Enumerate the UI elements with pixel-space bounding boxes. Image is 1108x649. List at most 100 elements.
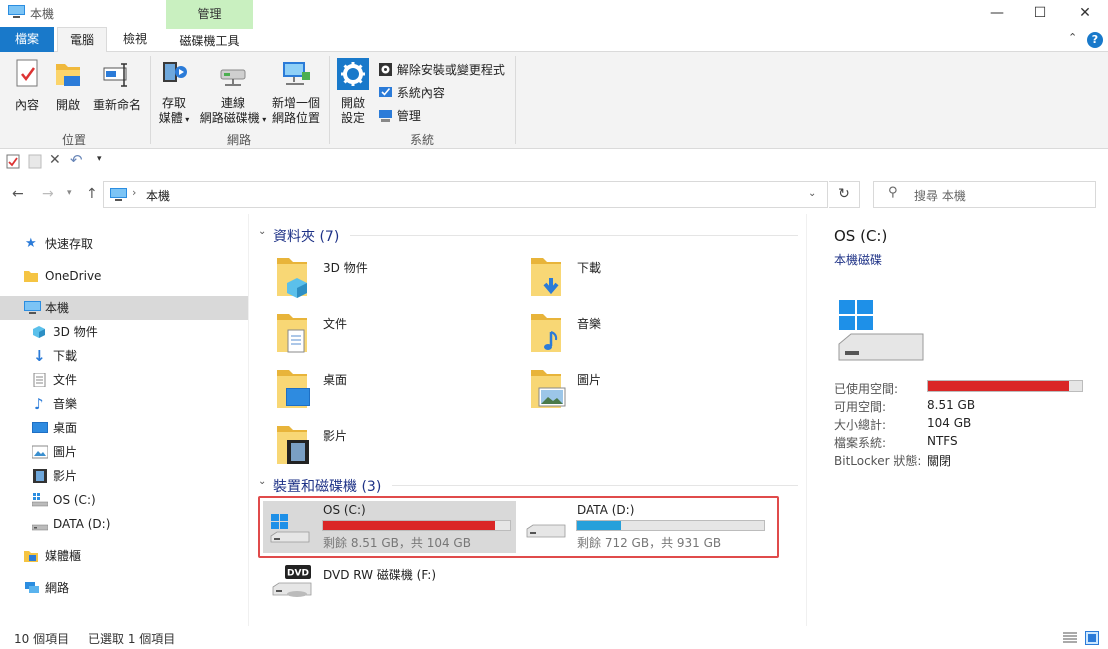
dropdown-arrow-icon: ▾ bbox=[259, 115, 267, 124]
minimize-button[interactable]: — bbox=[974, 0, 1020, 26]
details-view-icon[interactable] bbox=[1063, 632, 1077, 644]
dvd-drive-icon: DVD bbox=[272, 565, 312, 597]
refresh-icon[interactable]: ↻ bbox=[829, 181, 860, 208]
folder-item-music[interactable]: 音樂 bbox=[527, 310, 777, 358]
folder-item-3d-objects[interactable]: 3D 物件 bbox=[273, 254, 523, 302]
customize-dropdown-icon[interactable]: ▾ bbox=[97, 154, 102, 164]
open-button[interactable]: 開啟 bbox=[50, 58, 86, 113]
nav-label: 圖片 bbox=[53, 445, 78, 459]
nav-label: 文件 bbox=[53, 373, 78, 387]
folder-3d-icon bbox=[277, 258, 307, 298]
details-subtitle: 本機磁碟 bbox=[834, 253, 883, 267]
back-arrow-icon[interactable]: ← bbox=[12, 186, 24, 202]
nav-desktop[interactable]: 桌面 bbox=[0, 416, 248, 440]
address-bar[interactable]: › 本機 ⌄ bbox=[103, 181, 828, 208]
folder-item-videos[interactable]: 影片 bbox=[273, 422, 523, 470]
drive-item-c[interactable]: OS (C:) 剩餘 8.51 GB，共 104 GB bbox=[263, 501, 516, 553]
new-folder-icon[interactable] bbox=[28, 154, 42, 169]
chevron-down-icon[interactable]: ⌄ bbox=[258, 226, 266, 237]
folder-desktop-icon bbox=[277, 370, 310, 408]
add-network-location-button[interactable]: 新增一個 網路位置 bbox=[270, 58, 322, 126]
nav-label: 網路 bbox=[45, 581, 70, 595]
large-icons-view-icon[interactable] bbox=[1085, 631, 1099, 645]
help-icon[interactable]: ? bbox=[1087, 32, 1103, 48]
pane-splitter[interactable] bbox=[248, 214, 249, 626]
computer-icon bbox=[8, 5, 25, 18]
up-arrow-icon[interactable]: ↑ bbox=[86, 186, 98, 202]
file-system-value: NTFS bbox=[927, 434, 958, 448]
nav-this-pc[interactable]: 本機 bbox=[0, 296, 248, 320]
nav-label: OneDrive bbox=[45, 269, 102, 283]
ribbon-separator bbox=[150, 56, 151, 144]
rename-button[interactable]: 重新命名 bbox=[88, 58, 146, 113]
drive-item-dvd[interactable]: DVD DVD RW 磁碟機 (F:) bbox=[263, 561, 516, 607]
devices-group-header[interactable]: 裝置和磁碟機 (3) bbox=[273, 476, 381, 496]
chevron-down-icon[interactable]: ⌄ bbox=[258, 476, 266, 487]
ribbon: 內容 開啟 重新命名 位置 存取 媒體 ▾ 連線 網路磁碟機 ▾ 新增一個 網路… bbox=[0, 52, 1108, 149]
tab-view[interactable]: 檢視 bbox=[110, 27, 160, 52]
undo-icon[interactable]: ↶ bbox=[70, 151, 83, 169]
nav-videos[interactable]: 影片 bbox=[0, 464, 248, 488]
chevron-up-icon[interactable]: ⌃ bbox=[1068, 31, 1077, 44]
music-note-icon: ♪ bbox=[34, 395, 44, 413]
maximize-button[interactable]: ☐ bbox=[1017, 0, 1063, 26]
uninstall-program-button[interactable]: 解除安裝或變更程式 bbox=[378, 61, 505, 77]
folder-item-pictures[interactable]: 圖片 bbox=[527, 366, 777, 414]
network-icon bbox=[25, 582, 39, 593]
system-properties-button[interactable]: 系統內容 bbox=[378, 84, 445, 100]
delete-icon[interactable]: ✕ bbox=[49, 152, 61, 168]
add-network-label2: 網路位置 bbox=[271, 111, 320, 125]
nav-downloads[interactable]: ↓ 下載 bbox=[0, 344, 248, 368]
folder-item-documents[interactable]: 文件 bbox=[273, 310, 523, 358]
nav-libraries[interactable]: 媒體櫃 bbox=[0, 544, 248, 568]
tab-file[interactable]: 檔案 bbox=[0, 27, 54, 52]
nav-pictures[interactable]: 圖片 bbox=[0, 440, 248, 464]
used-space-fill bbox=[928, 381, 1070, 391]
nav-3d-objects[interactable]: 3D 物件 bbox=[0, 320, 248, 344]
folder-label: 3D 物件 bbox=[323, 261, 368, 275]
total-size-label: 大小總計: bbox=[834, 418, 887, 432]
nav-drive-d[interactable]: DATA (D:) bbox=[0, 512, 248, 536]
recent-locations-icon[interactable]: ▾ bbox=[67, 188, 72, 198]
folders-group-header[interactable]: 資料夾 (7) bbox=[273, 226, 339, 246]
map-drive-button[interactable]: 連線 網路磁碟機 ▾ bbox=[198, 58, 268, 127]
search-placeholder: 搜尋 本機 bbox=[914, 189, 966, 203]
address-path[interactable]: 本機 bbox=[146, 187, 170, 204]
open-settings-button[interactable]: 開啟 設定 bbox=[334, 58, 372, 126]
properties-label: 內容 bbox=[14, 98, 39, 112]
tab-disk-tools[interactable]: 磁碟機工具 bbox=[166, 27, 253, 52]
properties-icon[interactable] bbox=[6, 154, 20, 169]
computer-icon bbox=[24, 301, 41, 314]
close-button[interactable]: ✕ bbox=[1062, 0, 1108, 26]
nav-label: 3D 物件 bbox=[53, 325, 98, 339]
forward-arrow-icon[interactable]: → bbox=[42, 186, 54, 202]
folder-label: 桌面 bbox=[323, 373, 348, 387]
ribbon-separator bbox=[329, 56, 330, 144]
window-title: 本機 bbox=[30, 7, 55, 21]
status-bar: 10 個項目 已選取 1 個項目 bbox=[0, 628, 1108, 649]
bitlocker-value: 關閉 bbox=[927, 454, 952, 468]
details-title: OS (C:) bbox=[834, 227, 888, 245]
nav-onedrive[interactable]: OneDrive bbox=[0, 264, 248, 288]
access-media-label2-text: 媒體 bbox=[158, 111, 183, 125]
folder-label: 影片 bbox=[323, 429, 348, 443]
nav-quick-access[interactable]: ★ 快速存取 bbox=[0, 232, 248, 256]
nav-documents[interactable]: 文件 bbox=[0, 368, 248, 392]
manage-button[interactable]: 管理 bbox=[378, 107, 421, 123]
search-input[interactable]: ⚲ 搜尋 本機 bbox=[873, 181, 1096, 208]
folder-item-desktop[interactable]: 桌面 bbox=[273, 366, 523, 414]
nav-music[interactable]: ♪ 音樂 bbox=[0, 392, 248, 416]
nav-drive-c[interactable]: OS (C:) bbox=[0, 488, 248, 512]
access-media-button[interactable]: 存取 媒體 ▾ bbox=[154, 58, 194, 127]
properties-button[interactable]: 內容 bbox=[8, 58, 46, 113]
chevron-right-icon[interactable]: › bbox=[132, 186, 136, 199]
nav-network[interactable]: 網路 bbox=[0, 576, 248, 600]
folder-item-downloads[interactable]: 下載 bbox=[527, 254, 777, 302]
cube-3d-icon bbox=[33, 326, 45, 338]
star-icon: ★ bbox=[25, 236, 37, 251]
context-tab-manage[interactable]: 管理 bbox=[166, 0, 253, 27]
drive-item-d[interactable]: DATA (D:) 剩餘 712 GB，共 931 GB bbox=[517, 501, 773, 553]
chevron-down-icon[interactable]: ⌄ bbox=[808, 188, 816, 199]
tab-computer[interactable]: 電腦 bbox=[57, 27, 107, 53]
details-pane: OS (C:) 本機磁碟 已使用空間: 可用空間: 8.51 GB 大小總計: … bbox=[806, 214, 1108, 626]
